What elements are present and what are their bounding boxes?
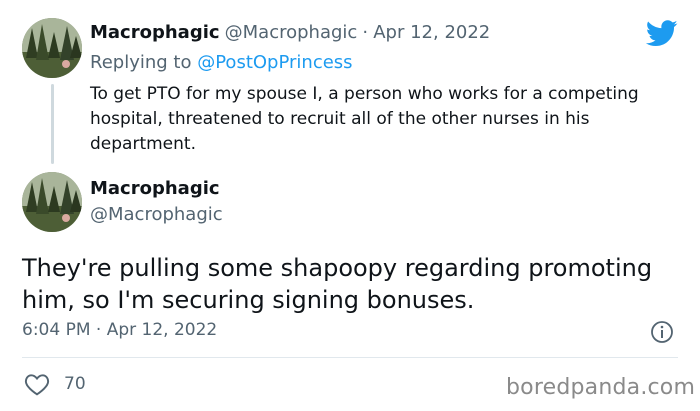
reply-date[interactable]: Apr 12, 2022 xyxy=(373,22,490,43)
reply-tweet-text: To get PTO for my spouse I, a person who… xyxy=(90,84,639,154)
reply-author-handle[interactable]: @Macrophagic xyxy=(225,22,358,43)
info-icon[interactable] xyxy=(650,320,674,348)
replying-to-prefix: Replying to xyxy=(90,52,192,73)
like-button[interactable] xyxy=(24,372,50,400)
boredpanda-watermark: boredpanda.com xyxy=(506,375,696,400)
header-separator: · xyxy=(362,22,369,43)
like-count: 70 xyxy=(64,374,86,394)
reply-author-avatar[interactable] xyxy=(22,18,82,78)
main-author-name[interactable]: Macrophagic xyxy=(90,178,220,199)
main-tweet-timestamp[interactable]: 6:04 PM · Apr 12, 2022 xyxy=(22,320,217,340)
tweet-time: 6:04 PM xyxy=(22,320,91,340)
replying-to-handle-link[interactable]: @PostOpPrincess xyxy=(197,52,352,73)
reply-author-name[interactable]: Macrophagic xyxy=(90,22,220,43)
thread-connector-line xyxy=(51,84,54,164)
reply-tweet-header: Macrophagic @Macrophagic · Apr 12, 2022 xyxy=(90,22,490,43)
timestamp-separator: · xyxy=(95,320,102,340)
twitter-bird-icon[interactable] xyxy=(645,20,678,51)
tweet-divider xyxy=(22,357,678,358)
main-author-handle[interactable]: @Macrophagic xyxy=(90,204,223,225)
main-tweet-text: They're pulling some shapoopy regarding … xyxy=(22,254,653,314)
tweet-date: Apr 12, 2022 xyxy=(106,320,218,340)
replying-to-line: Replying to @PostOpPrincess xyxy=(90,52,353,73)
main-author-avatar[interactable] xyxy=(22,172,82,232)
heart-icon xyxy=(24,374,50,396)
